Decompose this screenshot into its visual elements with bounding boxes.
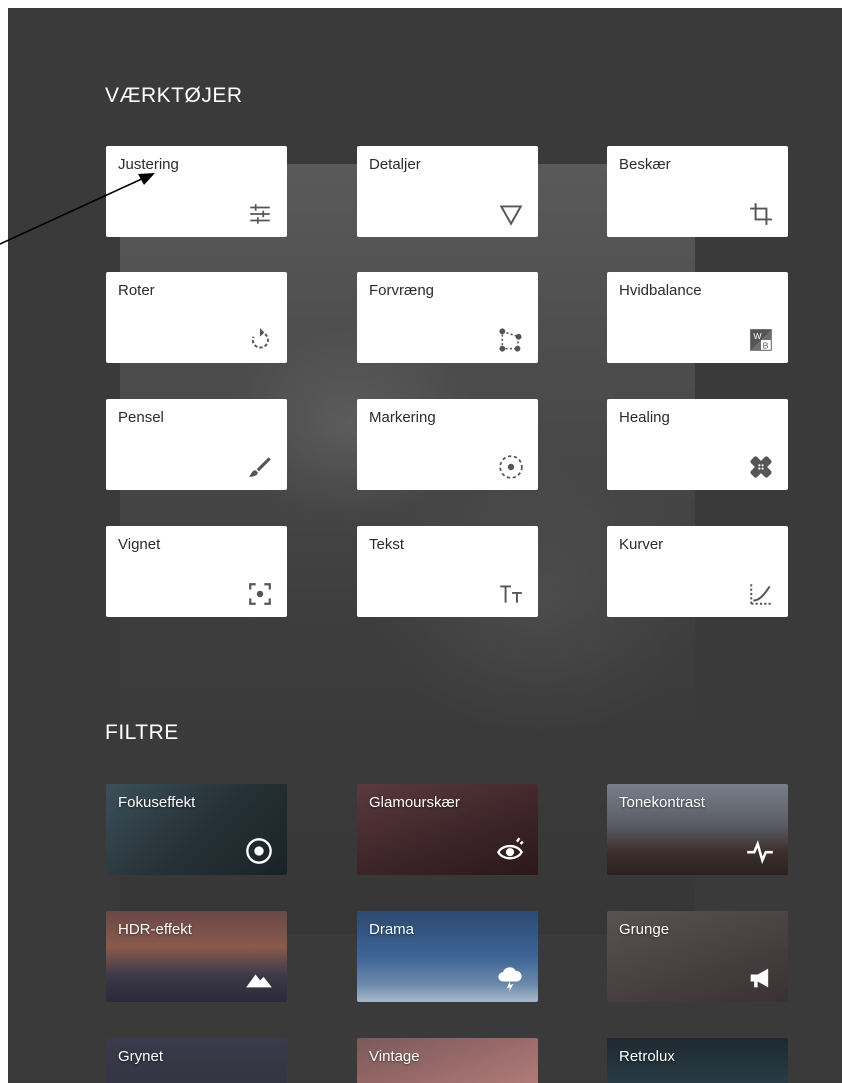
filter-label: Retrolux bbox=[619, 1048, 675, 1065]
filter-retrolux[interactable]: Retrolux bbox=[607, 1038, 788, 1083]
filter-hdr-effekt[interactable]: HDR-effekt bbox=[106, 911, 287, 1002]
curves-icon bbox=[748, 581, 774, 607]
selective-icon bbox=[498, 454, 524, 480]
tool-detaljer[interactable]: Detaljer bbox=[357, 146, 538, 237]
tool-tekst[interactable]: Tekst bbox=[357, 526, 538, 617]
tool-hvidbalance[interactable]: Hvidbalance W B bbox=[607, 272, 788, 363]
eye-glow-icon bbox=[496, 837, 524, 865]
tool-label: Vignet bbox=[118, 536, 161, 553]
storm-cloud-icon bbox=[496, 964, 524, 992]
filter-tonekontrast[interactable]: Tonekontrast bbox=[607, 784, 788, 875]
bandage-icon bbox=[748, 454, 774, 480]
focus-circle-icon bbox=[245, 837, 273, 865]
brush-icon bbox=[247, 454, 273, 480]
filter-grunge[interactable]: Grunge bbox=[607, 911, 788, 1002]
filter-glamourskaer[interactable]: Glamourskær bbox=[357, 784, 538, 875]
tool-forvraeng[interactable]: Forvræng bbox=[357, 272, 538, 363]
tools-section-title: VÆRKTØJER bbox=[105, 84, 243, 107]
filter-label: Grynet bbox=[118, 1048, 164, 1065]
tool-justering[interactable]: Justering bbox=[106, 146, 287, 237]
mountain-icon bbox=[245, 964, 273, 992]
tool-label: Healing bbox=[619, 409, 670, 426]
tool-label: Tekst bbox=[369, 536, 405, 553]
white-balance-icon: W B bbox=[748, 327, 774, 353]
tool-label: Roter bbox=[118, 282, 155, 299]
filters-section-title: FILTRE bbox=[105, 721, 179, 744]
filter-label: Fokuseffekt bbox=[118, 794, 196, 811]
rotate-icon bbox=[247, 327, 273, 353]
tool-kurver[interactable]: Kurver bbox=[607, 526, 788, 617]
perspective-icon bbox=[498, 327, 524, 353]
tune-sliders-icon bbox=[247, 201, 273, 227]
svg-text:W: W bbox=[753, 331, 762, 341]
svg-text:B: B bbox=[763, 341, 769, 351]
tool-label: Markering bbox=[369, 409, 436, 426]
tool-label: Justering bbox=[118, 156, 179, 173]
vignette-icon bbox=[247, 581, 273, 607]
tool-label: Pensel bbox=[118, 409, 164, 426]
pulse-icon bbox=[746, 837, 774, 865]
tool-healing[interactable]: Healing bbox=[607, 399, 788, 490]
tool-pensel[interactable]: Pensel bbox=[106, 399, 287, 490]
tool-beskaer[interactable]: Beskær bbox=[607, 146, 788, 237]
filter-label: Drama bbox=[369, 921, 415, 938]
tool-label: Beskær bbox=[619, 156, 671, 173]
filter-label: Tonekontrast bbox=[619, 794, 705, 811]
megaphone-icon bbox=[746, 964, 774, 992]
filter-fokuseffekt[interactable]: Fokuseffekt bbox=[106, 784, 287, 875]
crop-icon bbox=[748, 201, 774, 227]
filter-label: Grunge bbox=[619, 921, 670, 938]
tool-label: Hvidbalance bbox=[619, 282, 702, 299]
filter-drama[interactable]: Drama bbox=[357, 911, 538, 1002]
tool-vignet[interactable]: Vignet bbox=[106, 526, 287, 617]
tool-label: Forvræng bbox=[369, 282, 435, 299]
filter-label: Glamourskær bbox=[369, 794, 460, 811]
filter-label: HDR-effekt bbox=[118, 921, 192, 938]
tool-label: Detaljer bbox=[369, 156, 421, 173]
tool-label: Kurver bbox=[619, 536, 664, 553]
text-icon bbox=[498, 581, 524, 607]
tool-roter[interactable]: Roter bbox=[106, 272, 287, 363]
filter-vintage[interactable]: Vintage bbox=[357, 1038, 538, 1083]
triangle-down-icon bbox=[498, 201, 524, 227]
tools-panel: VÆRKTØJER Justering Detaljer Beskær Rote… bbox=[8, 8, 842, 1083]
filter-grynet[interactable]: Grynet bbox=[106, 1038, 287, 1083]
tool-markering[interactable]: Markering bbox=[357, 399, 538, 490]
filter-label: Vintage bbox=[369, 1048, 420, 1065]
